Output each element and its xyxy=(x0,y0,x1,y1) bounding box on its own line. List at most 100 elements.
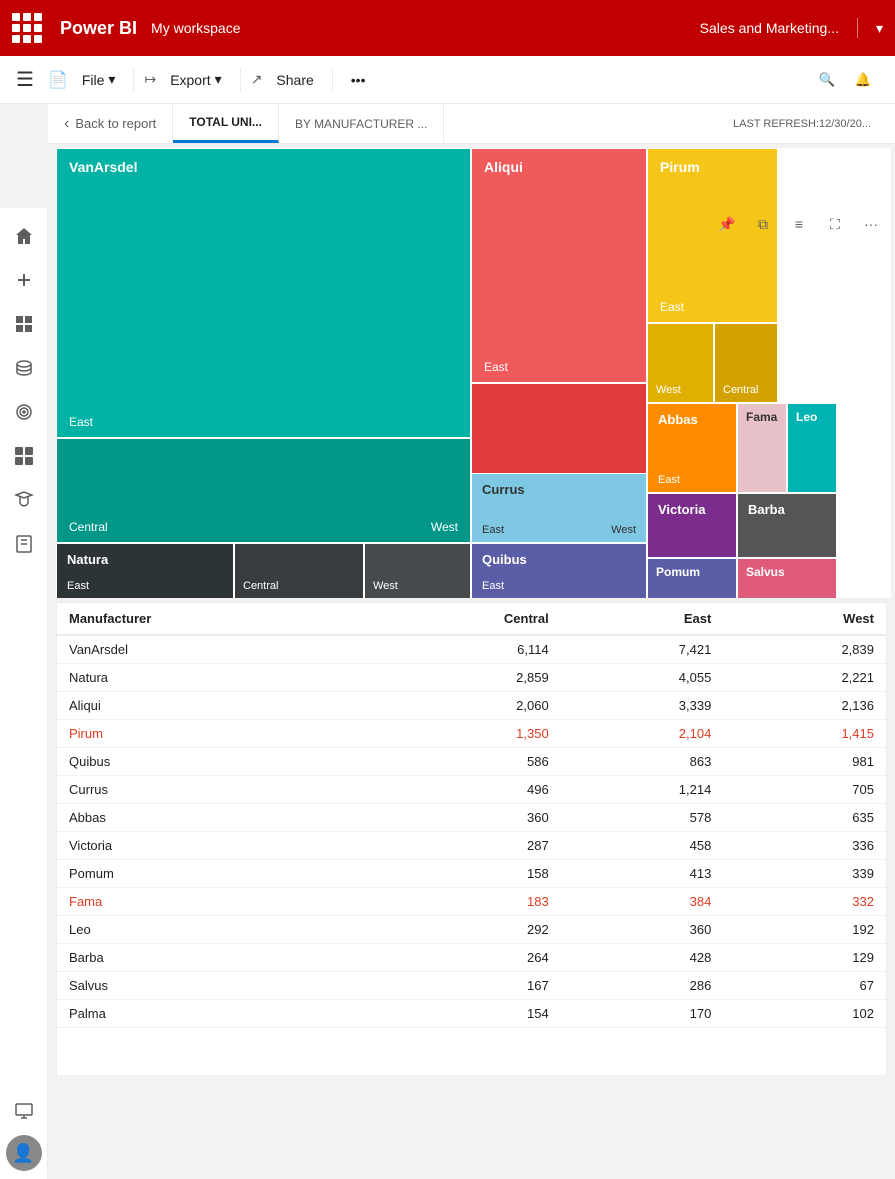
cell-pirum-central[interactable]: Central xyxy=(714,323,778,403)
workspace-label[interactable]: My workspace xyxy=(151,20,240,36)
cell-barba[interactable]: Barba xyxy=(737,493,837,558)
cell-fama[interactable]: Fama xyxy=(737,403,787,493)
col-central: Central xyxy=(363,603,561,635)
cell-east: 360 xyxy=(561,916,724,944)
cell-vanarsdel-central[interactable]: Central West xyxy=(56,438,471,543)
file-button[interactable]: File ▾ xyxy=(74,67,124,92)
data-table-container: Manufacturer Central East West VanArsdel… xyxy=(56,602,887,1075)
hamburger-icon[interactable]: ☰ xyxy=(16,67,34,92)
cell-manufacturer: Barba xyxy=(57,944,363,972)
report-title: Sales and Marketing... xyxy=(700,20,839,36)
cell-west: 336 xyxy=(723,832,886,860)
cell-east: 7,421 xyxy=(561,635,724,664)
export-label: Export xyxy=(170,72,210,88)
cell-east: 863 xyxy=(561,748,724,776)
cell-abbas[interactable]: Abbas East xyxy=(647,403,737,493)
export-button[interactable]: Export ▾ xyxy=(162,67,230,92)
toolbar: ☰ 📄 File ▾ ↦ Export ▾ ↗ Share ••• 🔍 🔔 xyxy=(0,56,895,104)
table-row: Pomum 158 413 339 xyxy=(57,860,886,888)
cell-central: 2,060 xyxy=(363,692,561,720)
cell-east: 1,214 xyxy=(561,776,724,804)
cell-aliqui[interactable]: Aliqui East xyxy=(471,148,647,383)
chevron-down-icon[interactable]: ▾ xyxy=(876,20,883,37)
notification-button[interactable]: 🔔 xyxy=(847,64,879,96)
powerbi-logo: Power BI xyxy=(60,18,137,39)
cell-east: 2,104 xyxy=(561,720,724,748)
cell-manufacturer: Currus xyxy=(57,776,363,804)
cell-pomum[interactable]: Pomum xyxy=(647,558,737,598)
file-label: File xyxy=(82,72,105,88)
filter-button[interactable]: ≡ xyxy=(783,208,815,240)
search-button[interactable]: 🔍 xyxy=(811,64,843,96)
cell-salvus[interactable]: Salvus xyxy=(737,558,837,598)
cell-east: 413 xyxy=(561,860,724,888)
cell-manufacturer: Natura xyxy=(57,664,363,692)
cell-west: 2,221 xyxy=(723,664,886,692)
sidebar-item-learn[interactable] xyxy=(4,480,44,520)
tabs-bar: 📌 ⧉ ≡ ⛶ ··· ‹ Back to report TOTAL UNI..… xyxy=(48,104,895,144)
user-avatar[interactable]: 👤 xyxy=(6,1135,42,1171)
table-row: Leo 292 360 192 xyxy=(57,916,886,944)
cell-vanarsdel-east[interactable]: VanArsdel East xyxy=(56,148,471,438)
tab-by-manufacturer[interactable]: BY MANUFACTURER ... xyxy=(279,104,444,143)
file-doc-icon: 📄 xyxy=(48,70,68,90)
cell-currus[interactable]: Currus East West xyxy=(471,473,647,543)
back-label: Back to report xyxy=(75,116,156,131)
last-refresh: LAST REFRESH:12/30/20... xyxy=(725,104,879,143)
table-row: VanArsdel 6,114 7,421 2,839 xyxy=(57,635,886,664)
tab-total-units[interactable]: TOTAL UNI... xyxy=(173,104,279,143)
chevron-left-icon: ‹ xyxy=(64,115,69,133)
sidebar-item-home[interactable] xyxy=(4,216,44,256)
col-east: East xyxy=(561,603,724,635)
col-west: West xyxy=(723,603,886,635)
share-button[interactable]: Share xyxy=(268,68,321,92)
cell-manufacturer: Abbas xyxy=(57,804,363,832)
app-dots xyxy=(12,13,42,43)
sidebar-item-goals[interactable] xyxy=(4,392,44,432)
cell-east: 170 xyxy=(561,1000,724,1028)
cell-natura-central[interactable]: Central xyxy=(234,543,364,598)
more-tab-button[interactable]: ··· xyxy=(855,208,887,240)
top-bar: Power BI My workspace Sales and Marketin… xyxy=(0,0,895,56)
left-sidebar: 👤 xyxy=(0,208,48,1179)
cell-manufacturer: Aliqui xyxy=(57,692,363,720)
cell-quibus[interactable]: Quibus East xyxy=(471,543,647,598)
cell-manufacturer: VanArsdel xyxy=(57,635,363,664)
back-to-report-tab[interactable]: ‹ Back to report xyxy=(48,104,173,143)
focus-button[interactable]: ⛶ xyxy=(819,208,851,240)
main-content: 📌 ⧉ ≡ ⛶ ··· ‹ Back to report TOTAL UNI..… xyxy=(48,104,895,1075)
table-row: Salvus 167 286 67 xyxy=(57,972,886,1000)
cell-manufacturer: Pomum xyxy=(57,860,363,888)
sidebar-item-data[interactable] xyxy=(4,348,44,388)
cell-east: 384 xyxy=(561,888,724,916)
cell-central: 360 xyxy=(363,804,561,832)
sidebar-item-create[interactable] xyxy=(4,260,44,300)
sidebar-item-browse[interactable] xyxy=(4,304,44,344)
cell-central: 287 xyxy=(363,832,561,860)
cell-pirum-west[interactable]: West xyxy=(647,323,714,403)
cell-central: 167 xyxy=(363,972,561,1000)
more-icon: ••• xyxy=(351,72,366,88)
sidebar-item-apps[interactable] xyxy=(4,436,44,476)
table-row: Natura 2,859 4,055 2,221 xyxy=(57,664,886,692)
table-row: Aliqui 2,060 3,339 2,136 xyxy=(57,692,886,720)
cell-leo[interactable]: Leo xyxy=(787,403,837,493)
pin-button[interactable]: 📌 xyxy=(711,208,743,240)
cell-east: 286 xyxy=(561,972,724,1000)
cell-natura-east[interactable]: Natura East xyxy=(56,543,234,598)
cell-victoria[interactable]: Victoria xyxy=(647,493,737,558)
sidebar-item-book[interactable] xyxy=(4,524,44,564)
tab1-label: TOTAL UNI... xyxy=(189,115,262,129)
cell-west: 332 xyxy=(723,888,886,916)
table-row: Currus 496 1,214 705 xyxy=(57,776,886,804)
cell-central: 158 xyxy=(363,860,561,888)
cell-central: 1,350 xyxy=(363,720,561,748)
cell-west: 635 xyxy=(723,804,886,832)
cell-west: 192 xyxy=(723,916,886,944)
copy-button[interactable]: ⧉ xyxy=(747,208,779,240)
more-options-button[interactable]: ••• xyxy=(343,68,374,92)
notification-icon: 🔔 xyxy=(855,72,872,88)
sidebar-item-display[interactable] xyxy=(4,1091,44,1131)
cell-natura-west[interactable]: West xyxy=(364,543,471,598)
cell-central: 292 xyxy=(363,916,561,944)
